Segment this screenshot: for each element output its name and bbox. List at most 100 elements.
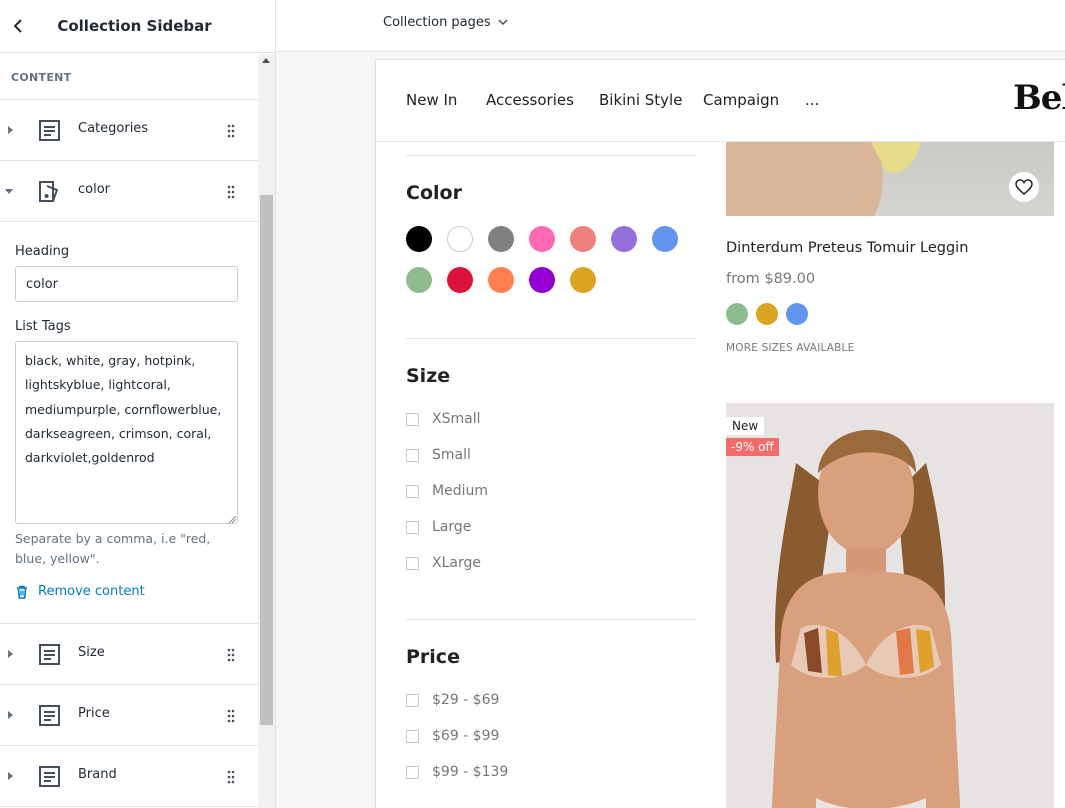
- nav-accessories[interactable]: Accessories: [486, 91, 574, 109]
- checkbox[interactable]: [406, 448, 419, 462]
- color-filter-title: Color: [406, 182, 462, 204]
- caret-right-icon[interactable]: [8, 711, 13, 719]
- help-text: Separate by a comma, i.e "red, blue, yel…: [15, 531, 211, 566]
- color-swatch-mediumpurple[interactable]: [611, 226, 637, 252]
- price-option[interactable]: $29 - $69: [406, 692, 499, 708]
- badge-discount: -9% off: [726, 438, 779, 456]
- product-image[interactable]: [726, 142, 1054, 216]
- color-swatch-black[interactable]: [406, 226, 432, 252]
- color-swatch-darkseagreen[interactable]: [406, 267, 432, 293]
- drag-handle-icon[interactable]: [227, 648, 235, 662]
- nav-more[interactable]: ...: [805, 91, 819, 109]
- nav-bikini-style[interactable]: Bikini Style: [599, 91, 682, 109]
- product-title[interactable]: Dinterdum Preteus Tomuir Leggin: [726, 240, 968, 256]
- color-swatch-hotpink[interactable]: [529, 226, 555, 252]
- color-swatch-darkviolet[interactable]: [529, 267, 555, 293]
- size-filter-title: Size: [406, 365, 451, 387]
- wishlist-button[interactable]: [1009, 172, 1039, 202]
- editor-sidebar: Collection Sidebar CONTENT Categories co…: [0, 0, 276, 808]
- heading-label: Heading: [15, 244, 70, 259]
- sidebar-header: Collection Sidebar: [0, 0, 275, 53]
- page-type-selector[interactable]: Collection pages: [383, 15, 508, 30]
- divider: [406, 619, 696, 620]
- product-swatch-cornflowerblue[interactable]: [786, 303, 808, 325]
- size-option[interactable]: Small: [406, 447, 471, 463]
- block-brand[interactable]: Brand: [0, 746, 258, 807]
- price-label: $29 - $69: [432, 692, 500, 708]
- sidebar-content: CONTENT Categories color Heading List Ta…: [0, 54, 258, 808]
- back-button[interactable]: [6, 14, 30, 38]
- color-swatch-coral[interactable]: [488, 267, 514, 293]
- checkbox[interactable]: [406, 693, 419, 707]
- heading-input[interactable]: [15, 266, 238, 302]
- checkbox[interactable]: [406, 520, 419, 534]
- checkbox[interactable]: [406, 556, 419, 570]
- size-label: Large: [432, 519, 472, 535]
- sidebar-scrollbar[interactable]: [258, 54, 275, 808]
- resize-grip-icon[interactable]: [229, 516, 236, 523]
- price-label: $99 - $139: [432, 764, 509, 780]
- size-option[interactable]: Medium: [406, 483, 488, 499]
- drag-handle-icon[interactable]: [227, 185, 235, 199]
- color-swatch-lightcoral[interactable]: [570, 226, 596, 252]
- remove-content-label: Remove content: [38, 584, 145, 599]
- caret-down-icon[interactable]: [5, 189, 13, 194]
- checkbox[interactable]: [406, 484, 419, 498]
- store-logo[interactable]: Bel: [1013, 78, 1065, 118]
- divider: [406, 155, 696, 156]
- trash-icon: [17, 585, 27, 599]
- size-label: Small: [432, 447, 471, 463]
- more-sizes-note: MORE SIZES AVAILABLE: [726, 342, 855, 354]
- list-tags-textarea[interactable]: black, white, gray, hotpink, lightskyblu…: [15, 341, 238, 524]
- divider: [406, 338, 696, 339]
- chevron-down-icon: [498, 19, 508, 26]
- caret-right-icon[interactable]: [8, 126, 13, 134]
- block-label: Price: [78, 706, 110, 721]
- caret-right-icon[interactable]: [8, 772, 13, 780]
- price-option[interactable]: $69 - $99: [406, 728, 499, 744]
- caret-right-icon[interactable]: [8, 650, 13, 658]
- price-option[interactable]: $99 - $139: [406, 764, 508, 780]
- text-block-icon: [39, 644, 60, 665]
- color-swatch-goldenrod[interactable]: [570, 267, 596, 293]
- drag-handle-icon[interactable]: [227, 709, 235, 723]
- size-option[interactable]: XLarge: [406, 555, 481, 571]
- heart-icon: [1015, 179, 1033, 195]
- store-preview: New In Accessories Bikini Style Campaign…: [376, 60, 1065, 808]
- color-swatch-gray[interactable]: [488, 226, 514, 252]
- size-label: Medium: [432, 483, 488, 499]
- scroll-thumb[interactable]: [260, 195, 273, 725]
- product-photo: [726, 403, 1054, 808]
- size-label: XLarge: [432, 555, 481, 571]
- product-swatch-goldenrod[interactable]: [756, 303, 778, 325]
- scroll-up-arrow-icon[interactable]: [262, 58, 270, 63]
- block-label: Size: [78, 645, 105, 660]
- nav-new-in[interactable]: New In: [406, 91, 457, 109]
- block-price[interactable]: Price: [0, 685, 258, 746]
- size-label: XSmall: [432, 411, 481, 427]
- block-size[interactable]: Size: [0, 624, 258, 685]
- drag-handle-icon[interactable]: [227, 124, 235, 138]
- block-categories[interactable]: Categories: [0, 100, 258, 161]
- drag-handle-icon[interactable]: [227, 770, 235, 784]
- badge-new: New: [726, 417, 765, 435]
- page-type-label: Collection pages: [383, 15, 491, 30]
- checkbox[interactable]: [406, 412, 419, 426]
- product-photo: [726, 142, 921, 216]
- color-swatch-white[interactable]: [447, 226, 473, 252]
- checkbox[interactable]: [406, 729, 419, 743]
- checkbox[interactable]: [406, 765, 419, 779]
- block-label: color: [78, 182, 111, 197]
- nav-campaign[interactable]: Campaign: [703, 91, 779, 109]
- color-swatch-crimson[interactable]: [447, 267, 473, 293]
- product-swatch-darkseagreen[interactable]: [726, 303, 748, 325]
- color-swatch-cornflowerblue[interactable]: [652, 226, 678, 252]
- product-image[interactable]: New -9% off: [726, 403, 1054, 808]
- section-label: CONTENT: [0, 54, 258, 100]
- text-block-icon: [39, 120, 60, 141]
- block-label: Brand: [78, 767, 117, 782]
- size-option[interactable]: XSmall: [406, 411, 480, 427]
- size-option[interactable]: Large: [406, 519, 471, 535]
- block-color[interactable]: color: [0, 161, 258, 222]
- remove-content-button[interactable]: Remove content: [15, 584, 145, 599]
